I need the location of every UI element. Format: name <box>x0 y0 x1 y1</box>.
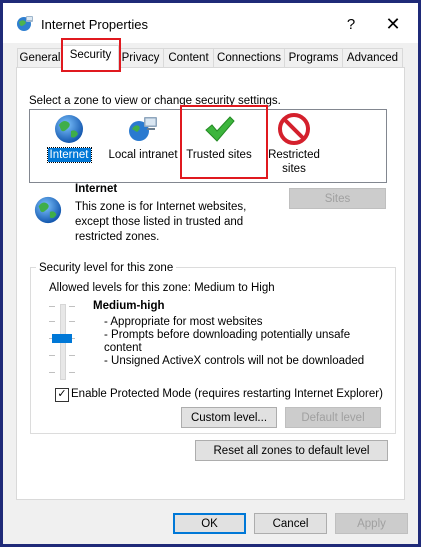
apply-button[interactable]: Apply <box>335 513 408 534</box>
custom-level-button[interactable]: Custom level... <box>181 407 277 428</box>
zone-restricted-sites[interactable]: Restricted sites <box>264 113 324 176</box>
tab-advanced[interactable]: Advanced <box>342 48 403 68</box>
window-title: Internet Properties <box>41 17 148 32</box>
level-bullet: - Prompts before downloading potentially… <box>104 329 351 354</box>
globe-icon <box>34 196 62 224</box>
reset-all-zones-button[interactable]: Reset all zones to default level <box>195 440 388 461</box>
level-bullet: - Unsigned ActiveX controls will not be … <box>104 355 365 367</box>
zone-label: Restricted sites <box>268 149 320 175</box>
slider-tick <box>49 306 55 307</box>
tab-connections[interactable]: Connections <box>213 48 285 68</box>
internet-options-icon <box>17 16 33 31</box>
security-level-description: - Appropriate for most websites - Prompt… <box>104 316 374 368</box>
zone-info-title: Internet <box>75 183 118 195</box>
zone-label: Local intranet <box>108 149 178 161</box>
tab-general[interactable]: General <box>17 48 63 68</box>
slider-tick <box>69 321 75 322</box>
slider-tick <box>69 355 75 356</box>
default-level-button[interactable]: Default level <box>285 407 381 428</box>
globe-icon <box>55 115 83 143</box>
tab-privacy[interactable]: Privacy <box>117 48 164 68</box>
slider-tick <box>69 306 75 307</box>
security-level-name: Medium-high <box>93 300 165 312</box>
trusted-sites-highlight <box>180 105 268 179</box>
protected-mode-label[interactable]: Enable Protected Mode (requires restarti… <box>71 388 383 400</box>
security-tab-highlight <box>61 38 121 72</box>
slider-tick <box>49 355 55 356</box>
title-bar: Internet Properties ? ✕ <box>3 3 418 43</box>
zone-label: Internet <box>46 147 92 163</box>
cancel-button[interactable]: Cancel <box>254 513 327 534</box>
network-computers-icon <box>129 117 157 141</box>
zone-info-description: This zone is for Internet websites, exce… <box>75 201 247 243</box>
zone-internet[interactable]: Internet <box>44 113 94 163</box>
tab-content[interactable]: Content <box>163 48 214 68</box>
security-level-slider-thumb[interactable] <box>52 334 72 343</box>
tab-programs[interactable]: Programs <box>284 48 343 68</box>
no-entry-icon <box>278 113 310 145</box>
close-button[interactable]: ✕ <box>381 12 405 36</box>
level-bullet: - Appropriate for most websites <box>104 316 263 328</box>
slider-tick <box>49 372 55 373</box>
security-level-group-label: Security level for this zone <box>36 262 177 274</box>
ok-button[interactable]: OK <box>173 513 246 534</box>
allowed-levels-text: Allowed levels for this zone: Medium to … <box>49 282 275 294</box>
zone-local-intranet[interactable]: Local intranet <box>106 113 180 162</box>
protected-mode-checkbox[interactable]: ✓ <box>55 388 69 402</box>
slider-tick <box>49 321 55 322</box>
help-button[interactable]: ? <box>339 13 363 37</box>
slider-tick <box>69 372 75 373</box>
sites-button[interactable]: Sites <box>289 188 386 209</box>
